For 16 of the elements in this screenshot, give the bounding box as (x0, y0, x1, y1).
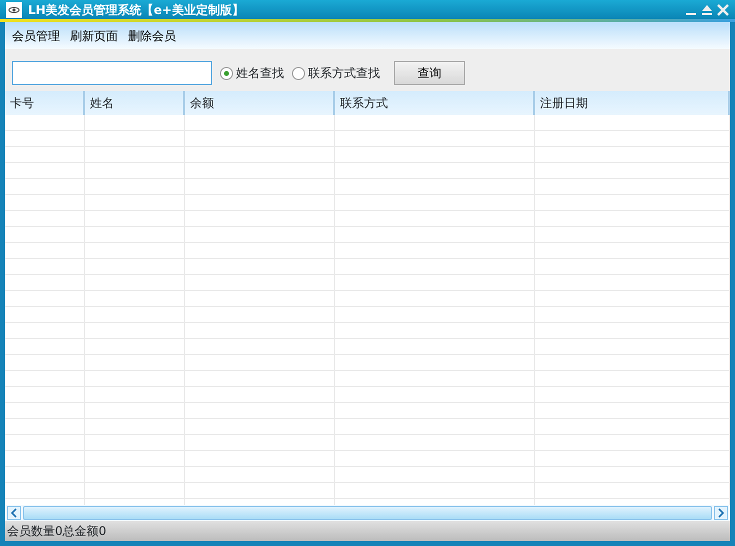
window-title: LH美发会员管理系统【e+美业定制版】 (28, 2, 245, 18)
radio-button[interactable] (220, 66, 233, 80)
radio-button[interactable] (292, 66, 305, 80)
menu-item[interactable]: 会员管理 (7, 24, 65, 46)
radio-label[interactable]: 联系方式查找 (308, 64, 380, 82)
scroll-right-icon[interactable] (714, 506, 728, 520)
search-button[interactable]: 查询 (394, 61, 465, 85)
menu-item[interactable]: 删除会员 (123, 24, 181, 46)
close-icon[interactable] (717, 4, 729, 16)
maximize-icon[interactable] (701, 4, 713, 16)
search-field[interactable] (12, 61, 212, 85)
radio-label[interactable]: 姓名查找 (236, 64, 284, 82)
menu-item[interactable]: 刷新页面 (65, 24, 123, 46)
scrollbar-thumb[interactable] (23, 506, 712, 520)
status-bar: 会员数量0总金额0 (5, 521, 730, 541)
scroll-left-icon[interactable] (7, 506, 21, 520)
